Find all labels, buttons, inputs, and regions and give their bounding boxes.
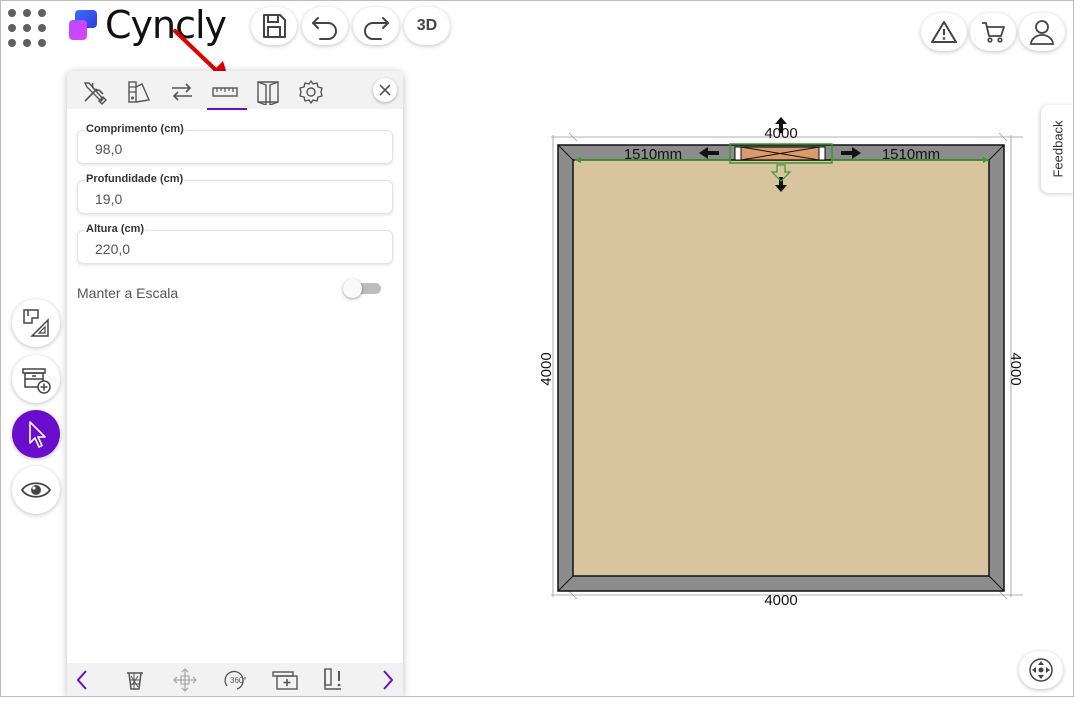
add-furniture-icon [22,368,51,394]
user-button[interactable] [1019,13,1065,51]
depth-field[interactable]: Profundidade (cm) [77,173,393,214]
materials-icon [128,81,151,103]
tab-dimensions[interactable] [207,75,247,110]
floorplan-icon [23,309,49,337]
left-offset-label: 1510mm [624,146,682,163]
undo-button[interactable] [302,7,348,45]
tab-swap[interactable] [164,75,200,109]
navigation-icon [1029,658,1053,682]
alignment-warning-button[interactable] [319,666,351,694]
cursor-icon [29,421,46,448]
toggle-knob [343,279,362,298]
rotate-360-button[interactable]: 360° [219,666,251,694]
warning-icon [931,21,957,43]
keep-scale-label: Manter a Escala [77,285,179,301]
logo-mark-icon [69,10,97,40]
user-icon [1030,20,1054,45]
move-icon [173,668,197,692]
door-icon [257,81,279,105]
warnings-button[interactable] [921,13,967,51]
close-icon [379,84,391,96]
floor-plan-canvas[interactable]: 4000 4000 4000 4000 1510mm 1510mm [403,61,1043,661]
wall-alert-icon [324,668,341,690]
chevron-left-icon [76,670,87,690]
view-toggle-button[interactable] [12,466,60,514]
app-window: Cyncly 3D Comprimento (cm) 98,0 Profundi… [0,0,1074,697]
redo-icon [364,17,389,40]
undo-icon [312,17,337,40]
redo-button[interactable] [353,7,399,45]
length-input[interactable] [95,141,375,157]
tab-openings[interactable] [250,75,286,109]
left-dimension-label: 4000 [538,352,555,385]
save-button[interactable] [251,7,297,45]
apps-grid-icon[interactable] [8,9,48,49]
view-3d-button[interactable]: 3D [404,7,450,45]
ruler-icon [212,87,238,97]
height-input[interactable] [95,241,375,257]
selected-door-object[interactable] [729,143,833,164]
previous-button[interactable] [67,666,99,694]
cart-button[interactable] [970,13,1016,51]
rotate-360-icon: 360° [224,670,247,690]
select-tool-button[interactable] [12,410,60,458]
save-icon [263,14,286,38]
tab-materials[interactable] [121,75,157,109]
eye-icon [20,482,52,498]
panel-footer: 360° [67,663,403,696]
tab-settings[interactable] [293,75,329,109]
duplicate-icon [272,671,298,690]
duplicate-button[interactable] [269,666,301,694]
settings-icon [299,80,323,104]
swap-icon [172,83,192,101]
height-label: Altura (cm) [85,223,146,235]
close-panel-button[interactable] [373,78,397,102]
depth-label: Profundidade (cm) [85,173,185,185]
delete-button[interactable] [119,666,151,694]
svg-text:360°: 360° [230,676,247,685]
add-furniture-button[interactable] [12,355,60,403]
next-button[interactable] [371,666,403,694]
top-dimension-label: 4000 [764,125,797,142]
length-label: Comprimento (cm) [85,123,185,135]
feedback-label: Feedback [1050,120,1066,178]
right-offset-label: 1510mm [882,146,940,163]
floor-plan-drawing: 4000 4000 4000 4000 1510mm 1510mm [538,117,1024,609]
properties-panel: Comprimento (cm) Profundidade (cm) Altur… [67,71,403,696]
right-dimension-label: 4000 [1007,352,1024,385]
move-button[interactable] [169,666,201,694]
trash-icon [127,672,143,690]
navigation-button[interactable] [1019,651,1063,689]
panel-tab-bar [67,71,403,110]
depth-input[interactable] [95,191,375,207]
bottom-dimension-label: 4000 [764,592,797,609]
floorplan-tool-button[interactable] [12,299,60,347]
height-field[interactable]: Altura (cm) [77,223,393,264]
view-3d-label: 3D [416,17,438,34]
tools-icon [83,82,107,105]
feedback-tab[interactable]: Feedback [1041,105,1073,193]
chevron-right-icon [383,670,394,690]
room-floor[interactable] [572,159,990,577]
length-field[interactable]: Comprimento (cm) [77,123,393,164]
tab-tools[interactable] [77,75,113,109]
keep-scale-toggle[interactable] [343,279,383,298]
cart-icon [982,22,1005,43]
